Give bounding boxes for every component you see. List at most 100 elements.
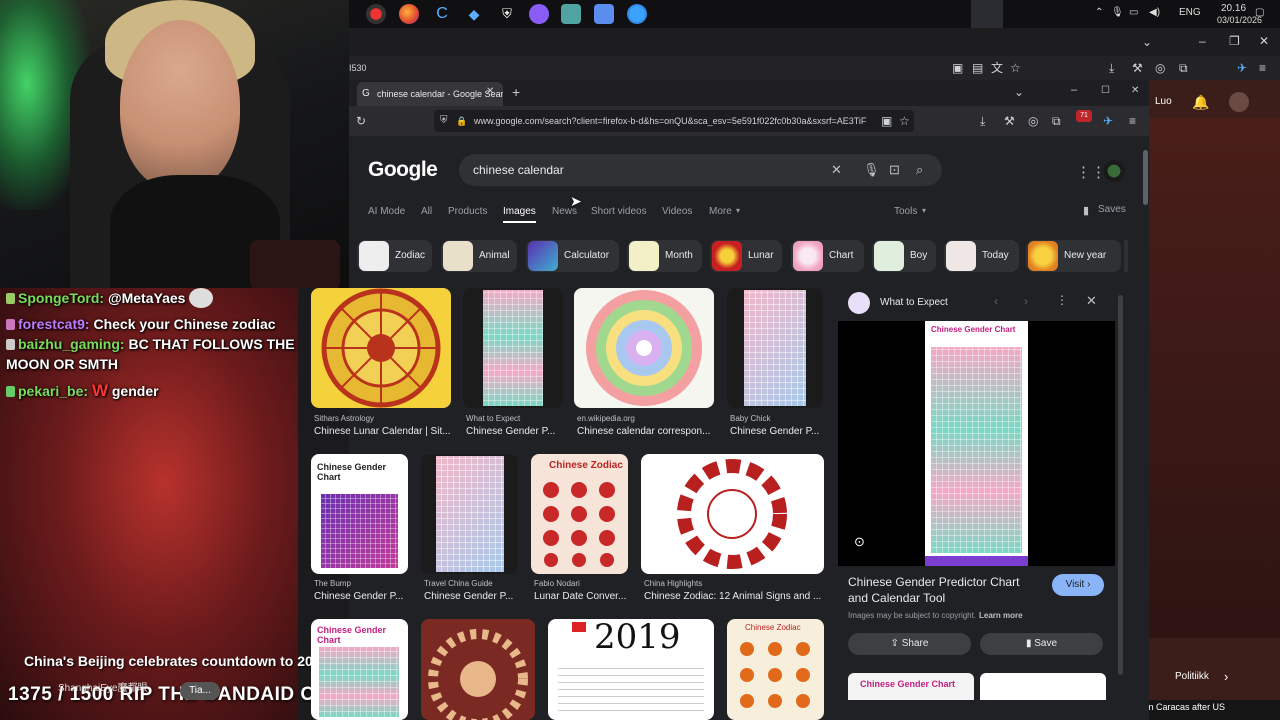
result-source[interactable]: Baby Chick [730,414,770,423]
tab-images[interactable]: Images [503,206,536,223]
download-icon[interactable]: ⤓ [1109,61,1114,75]
account-icon[interactable]: ◎ [1028,114,1038,128]
discord-icon[interactable] [529,4,549,24]
chevron-up-icon[interactable]: ⌃ [1095,7,1103,18]
result-image[interactable] [641,454,824,574]
volume-icon[interactable]: ◀) [1149,7,1160,18]
google-logo[interactable]: Google [368,158,438,182]
news-tab[interactable]: Politiikk [1175,671,1209,682]
star-icon[interactable]: ☆ [1010,61,1021,75]
result-image[interactable] [574,288,714,408]
lock-icon[interactable]: 🔒 [456,110,467,132]
result-source[interactable]: Sithars Astrology [314,414,374,423]
extension-icon[interactable]: ✈ [1237,61,1247,75]
result-source[interactable]: Travel China Guide [424,579,493,588]
page-scrollbar[interactable] [1143,150,1148,205]
tracking-shield-icon[interactable]: ⛨ [440,110,448,132]
result-image[interactable]: 2019 [548,619,714,720]
related-image[interactable] [980,673,1106,700]
search-input[interactable]: chinese calendar [473,163,564,177]
notification-icon[interactable]: ▢ [1255,7,1264,18]
chip-new-year[interactable]: New year [1026,240,1121,272]
voice-search-icon[interactable]: 🎙 [863,162,880,178]
chevron-down-icon[interactable]: ⌄ [1014,85,1024,99]
related-image[interactable]: Chinese Gender Chart [848,673,974,700]
search-icon[interactable]: ⌕ [916,162,923,178]
result-image[interactable] [421,619,535,720]
next-icon[interactable]: › [1024,294,1028,308]
result-source[interactable]: The Bump [314,579,351,588]
result-image[interactable] [463,288,563,408]
menu-icon[interactable]: ≡ [1259,61,1266,75]
tab-products[interactable]: Products [448,206,487,217]
close-icon[interactable]: ✕ [1259,34,1269,48]
tab-more[interactable]: More [709,206,732,217]
save-button[interactable]: ▮ Save [980,633,1103,655]
chip-chart[interactable]: Chart [791,240,864,272]
translate-icon[interactable]: 文 [991,61,1003,75]
reload-icon[interactable]: ↻ [356,114,366,128]
chip-animal[interactable]: Animal [441,240,517,272]
screenshot-icon[interactable]: ▣ [952,61,963,75]
shield-icon[interactable]: ⛨ [497,4,517,24]
result-caption[interactable]: Chinese Gender P... [424,591,513,602]
minimize-icon[interactable]: – [1199,34,1206,48]
result-image[interactable] [421,454,518,574]
share-button[interactable]: ⇪ Share [848,633,971,655]
panel-scrollbar[interactable] [1118,295,1123,675]
prev-icon[interactable]: ‹ [994,294,998,308]
result-source[interactable]: China Highlights [644,579,702,588]
clear-icon[interactable]: ✕ [831,162,842,178]
profile-icon[interactable]: ◎ [1155,61,1165,75]
chip-boy[interactable]: Boy [872,240,936,272]
extensions-icon[interactable]: ⧉ [1052,114,1061,128]
bookmark-star-icon[interactable]: ☆ [899,114,910,128]
extension-icon[interactable]: ✈ [1103,114,1113,128]
app-icon[interactable] [627,4,647,24]
menu-icon[interactable]: ≡ [1129,114,1136,128]
chip-month[interactable]: Month [627,240,702,272]
tab-all[interactable]: All [421,206,432,217]
extension-badge[interactable]: 71 [1076,110,1092,122]
visit-button[interactable]: Visit › [1052,574,1104,596]
result-caption[interactable]: Chinese Lunar Calendar | Sit... [314,426,451,437]
download-icon[interactable]: ⤓ [980,114,985,128]
tab-close-icon[interactable]: ✕ [486,86,494,97]
result-image[interactable]: Chinese Zodiac [727,619,824,720]
maximize-icon[interactable]: ☐ [1101,85,1110,96]
close-icon[interactable]: ✕ [1131,85,1139,96]
url-field[interactable]: ⛨ 🔒 www.google.com/search?client=firefox… [434,110,914,132]
more-options-icon[interactable]: ⋮ [1056,293,1068,307]
chip-calculator[interactable]: Calculator [526,240,619,272]
bell-icon[interactable]: 🔔 [1192,94,1209,111]
saves-link[interactable]: Saves [1098,204,1126,215]
chevron-down-icon[interactable]: ⌄ [1142,35,1152,49]
tools-button[interactable]: Tools [894,206,917,217]
minimize-icon[interactable]: – [1071,84,1077,96]
tab-videos[interactable]: Videos [662,206,692,217]
search-box[interactable]: chinese calendar ✕ 🎙 ⊡ ⌕ [459,154,942,186]
lens-search-icon[interactable]: ⊙ [854,534,865,550]
reader-icon[interactable]: ▤ [972,61,983,75]
app-c-icon[interactable]: C [432,4,452,24]
chevron-right-icon[interactable]: › [1224,669,1228,684]
chip-today[interactable]: Today [944,240,1019,272]
restore-icon[interactable]: ❐ [1229,34,1240,48]
result-source[interactable]: Fabio Nodari [534,579,580,588]
lens-icon[interactable]: ⊡ [889,162,900,178]
result-image[interactable]: Chinese Gender Chart [311,454,408,574]
image-preview[interactable]: Chinese Gender Chart ⊙ [838,321,1115,566]
result-source[interactable]: en.wikipedia.org [577,414,635,423]
chip-lunar[interactable]: Lunar [710,240,782,272]
result-caption[interactable]: Chinese Gender P... [314,591,403,602]
learn-more-link[interactable]: Learn more [979,611,1023,620]
new-tab-icon[interactable]: + [512,84,520,100]
firefox-icon[interactable] [399,4,419,24]
panel-title[interactable]: Chinese Gender Predictor Chart and Calen… [848,574,1033,606]
result-image[interactable] [311,288,451,408]
app-icon[interactable] [594,4,614,24]
clock-time[interactable]: 20.16 [1221,3,1246,14]
tab-ai-mode[interactable]: AI Mode [368,206,405,217]
screenshot-icon[interactable]: ▣ [881,114,892,128]
browser-tab[interactable]: G chinese calendar - Google Sear [357,82,503,106]
